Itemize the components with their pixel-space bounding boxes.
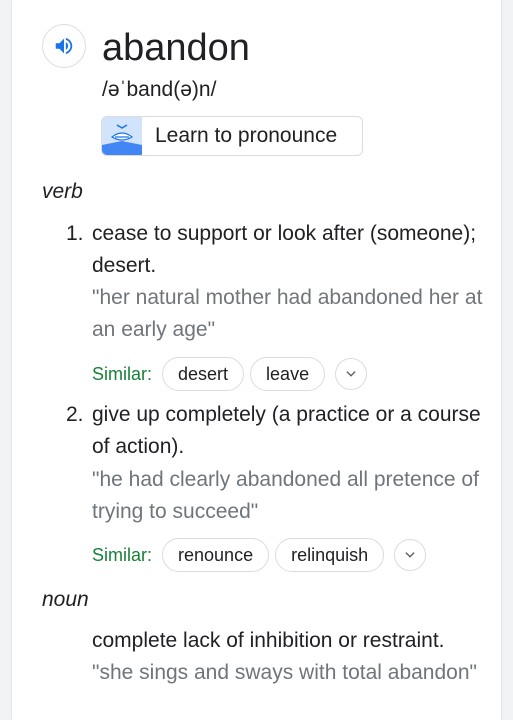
sense-number: 2.: [66, 403, 84, 426]
headword: abandon: [102, 27, 250, 69]
synonym-chip[interactable]: desert: [162, 357, 245, 391]
phonetic-transcription: /əˈband(ə)n/: [102, 78, 217, 101]
learn-to-pronounce-label: Learn to pronounce: [155, 124, 338, 147]
sense-definition: complete lack of inhibition or restraint…: [92, 629, 445, 652]
chevron-down-icon: [405, 552, 415, 558]
synonym-chip[interactable]: leave: [250, 357, 326, 391]
sense-example: "she sings and sways with total abandon": [92, 661, 477, 684]
dictionary-card: abandon /əˈband(ə)n/ Learn to pronounce …: [12, 0, 501, 720]
sense-definition: cease to support or look after (someone)…: [92, 222, 477, 277]
similar-label: Similar:: [92, 544, 153, 565]
speaker-icon: [55, 37, 73, 55]
part-of-speech-noun: noun: [42, 588, 89, 611]
play-pronunciation-button[interactable]: [42, 24, 86, 68]
sense-example: "he had clearly abandoned all pretence o…: [92, 468, 479, 523]
sense-number: 1.: [66, 222, 84, 245]
synonym-chip[interactable]: relinquish: [275, 538, 385, 572]
expand-synonyms-button[interactable]: [335, 358, 368, 390]
similar-row: Similar: desert leave: [92, 356, 368, 392]
part-of-speech-verb: verb: [42, 180, 83, 203]
synonym-chip[interactable]: renounce: [162, 538, 270, 572]
similar-label: Similar:: [92, 363, 153, 384]
chevron-down-icon: [346, 371, 356, 377]
sense-definition: give up completely (a practice or a cour…: [92, 403, 481, 458]
learn-to-pronounce-button[interactable]: Learn to pronounce: [101, 116, 363, 156]
sense-example: "her natural mother had abandoned her at…: [92, 286, 483, 341]
expand-synonyms-button[interactable]: [394, 539, 427, 571]
similar-row: Similar: renounce relinquish: [92, 537, 427, 573]
pronunciation-face-icon: [102, 117, 142, 155]
